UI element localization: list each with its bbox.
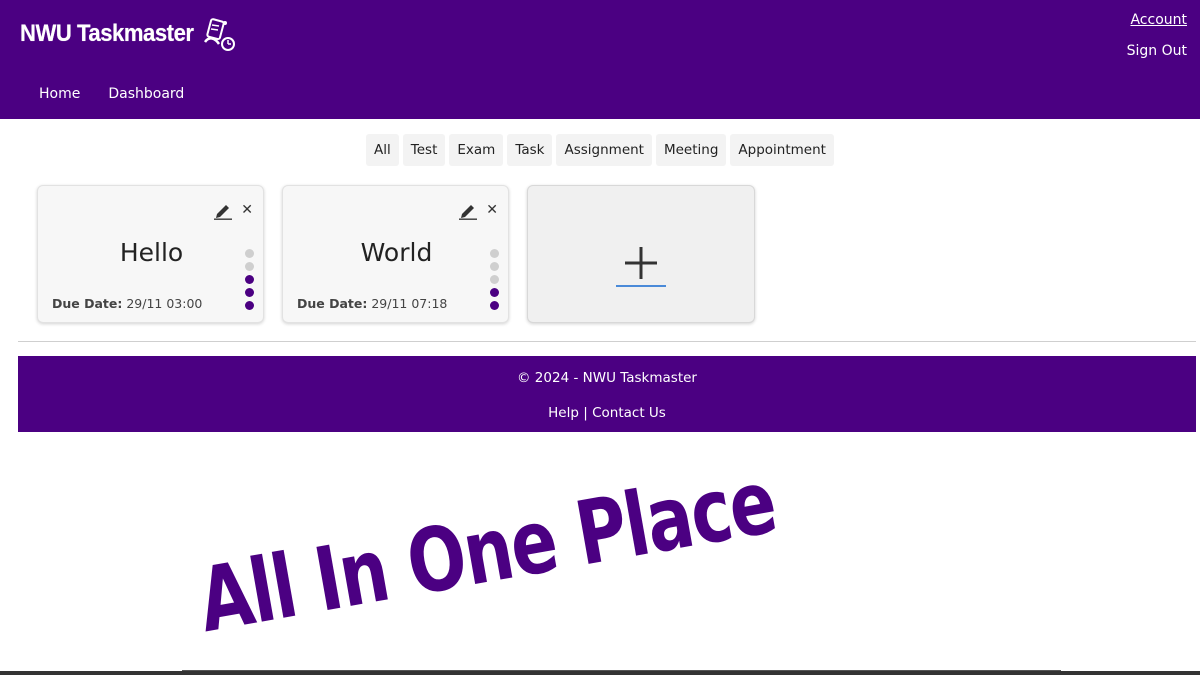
task-title: Hello <box>119 238 184 267</box>
priority-dot-empty <box>245 249 254 258</box>
task-card[interactable]: ✕ World Due Date: 29/11 07:18 <box>282 185 509 323</box>
priority-dot-filled <box>245 275 254 284</box>
category-filter-bar: All Test Exam Task Assignment Meeting Ap… <box>0 134 1200 166</box>
priority-dot-empty <box>245 262 254 271</box>
pencil-icon[interactable] <box>458 202 478 220</box>
priority-dot-empty <box>490 262 499 271</box>
priority-dot-empty <box>490 249 499 258</box>
filter-exam[interactable]: Exam <box>449 134 504 166</box>
task-due-date: Due Date: 29/11 03:00 <box>52 296 202 311</box>
focus-underline <box>616 285 666 287</box>
filter-task[interactable]: Task <box>507 134 553 166</box>
site-header: NWU Taskmaster Account Sign Out Home Das… <box>0 0 1200 119</box>
footer-separator: | <box>583 405 588 421</box>
priority-dot-empty <box>490 275 499 284</box>
filter-test[interactable]: Test <box>402 134 446 166</box>
taskmaster-logo-icon <box>203 18 235 51</box>
site-footer: © 2024 - NWU Taskmaster Help | Contact U… <box>18 356 1196 432</box>
due-date-value: 29/11 03:00 <box>126 296 203 311</box>
task-due-date: Due Date: 29/11 07:18 <box>297 296 447 311</box>
filter-meeting[interactable]: Meeting <box>655 134 727 166</box>
account-link[interactable]: Account <box>1130 12 1187 28</box>
filter-all[interactable]: All <box>366 134 399 166</box>
task-title: World <box>360 238 433 267</box>
bottom-edge <box>0 671 1200 675</box>
help-link[interactable]: Help <box>548 405 579 421</box>
filter-appointment[interactable]: Appointment <box>730 134 834 166</box>
priority-dot-filled <box>490 301 499 310</box>
due-date-value: 29/11 07:18 <box>371 296 448 311</box>
slogan-banner: All In One Place <box>182 432 1061 671</box>
nav-home[interactable]: Home <box>39 86 80 102</box>
divider <box>18 341 1196 342</box>
close-icon[interactable]: ✕ <box>241 201 253 219</box>
due-date-label: Due Date: <box>297 296 368 311</box>
priority-dot-filled <box>245 288 254 297</box>
brand[interactable]: NWU Taskmaster <box>20 14 239 54</box>
priority-indicator <box>245 249 254 310</box>
task-card[interactable]: ✕ Hello Due Date: 29/11 03:00 <box>37 185 264 323</box>
brand-name: NWU Taskmaster <box>20 20 194 47</box>
filter-assignment[interactable]: Assignment <box>556 134 652 166</box>
main-nav: Home Dashboard <box>39 86 184 102</box>
contact-us-link[interactable]: Contact Us <box>592 405 666 421</box>
pencil-icon[interactable] <box>213 202 233 220</box>
close-icon[interactable]: ✕ <box>486 201 498 219</box>
priority-indicator <box>490 249 499 310</box>
nav-dashboard[interactable]: Dashboard <box>108 86 184 102</box>
plus-icon <box>625 247 657 279</box>
due-date-label: Due Date: <box>52 296 123 311</box>
slogan-text: All In One Place <box>191 449 783 653</box>
priority-dot-filled <box>490 288 499 297</box>
add-task-button[interactable] <box>527 185 755 323</box>
priority-dot-filled <box>245 301 254 310</box>
copyright-text: © 2024 - NWU Taskmaster <box>517 370 697 386</box>
sign-out-link[interactable]: Sign Out <box>1127 43 1187 59</box>
footer-links: Help | Contact Us <box>18 405 1196 421</box>
